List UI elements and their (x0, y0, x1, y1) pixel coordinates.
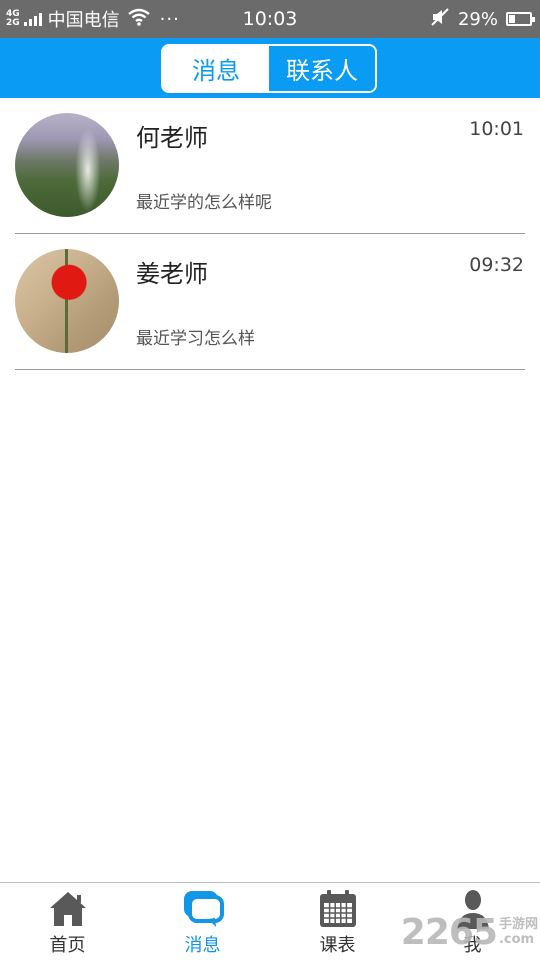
nav-home[interactable]: 首页 (0, 889, 135, 957)
battery-percent: 29% (457, 8, 498, 30)
app-header: 消息 联系人 (0, 38, 540, 98)
avatar (15, 249, 119, 353)
divider (15, 369, 525, 370)
person-icon (405, 889, 540, 929)
status-right: 29% (430, 0, 535, 38)
battery-icon (506, 12, 535, 26)
segmented-control: 消息 联系人 (161, 44, 377, 93)
nav-me[interactable]: 我 (405, 889, 540, 957)
nav-messages-label: 消息 (184, 935, 221, 956)
battery-fill (509, 15, 515, 23)
nav-home-label: 首页 (49, 935, 86, 956)
contact-name: 姜老师 (136, 260, 208, 288)
message-icon (135, 889, 270, 929)
last-message: 最近学的怎么样呢 (136, 193, 272, 213)
nav-messages[interactable]: 消息 (135, 889, 270, 957)
tab-messages[interactable]: 消息 (163, 46, 269, 91)
conversation-item[interactable]: 姜老师 09:32 最近学习怎么样 (0, 234, 540, 370)
conversation-item[interactable]: 何老师 10:01 最近学的怎么样呢 (0, 98, 540, 234)
tab-contacts[interactable]: 联系人 (269, 46, 375, 91)
message-time: 10:01 (469, 118, 524, 140)
home-icon (0, 889, 135, 929)
contact-name: 何老师 (136, 124, 208, 152)
nav-schedule-label: 课表 (319, 935, 356, 956)
conversation-list: 何老师 10:01 最近学的怎么样呢 姜老师 09:32 最近学习怎么样 (0, 98, 540, 370)
bottom-nav: 首页 消息 课表 我 (0, 882, 540, 960)
mute-icon (430, 7, 450, 32)
avatar (15, 113, 119, 217)
message-time: 09:32 (469, 254, 524, 276)
calendar-icon (270, 889, 405, 929)
nav-schedule[interactable]: 课表 (270, 889, 405, 957)
nav-me-label: 我 (463, 935, 482, 956)
status-bar: 4G 2G 中国电信 ··· 10:03 29% (0, 0, 540, 38)
last-message: 最近学习怎么样 (136, 329, 255, 349)
